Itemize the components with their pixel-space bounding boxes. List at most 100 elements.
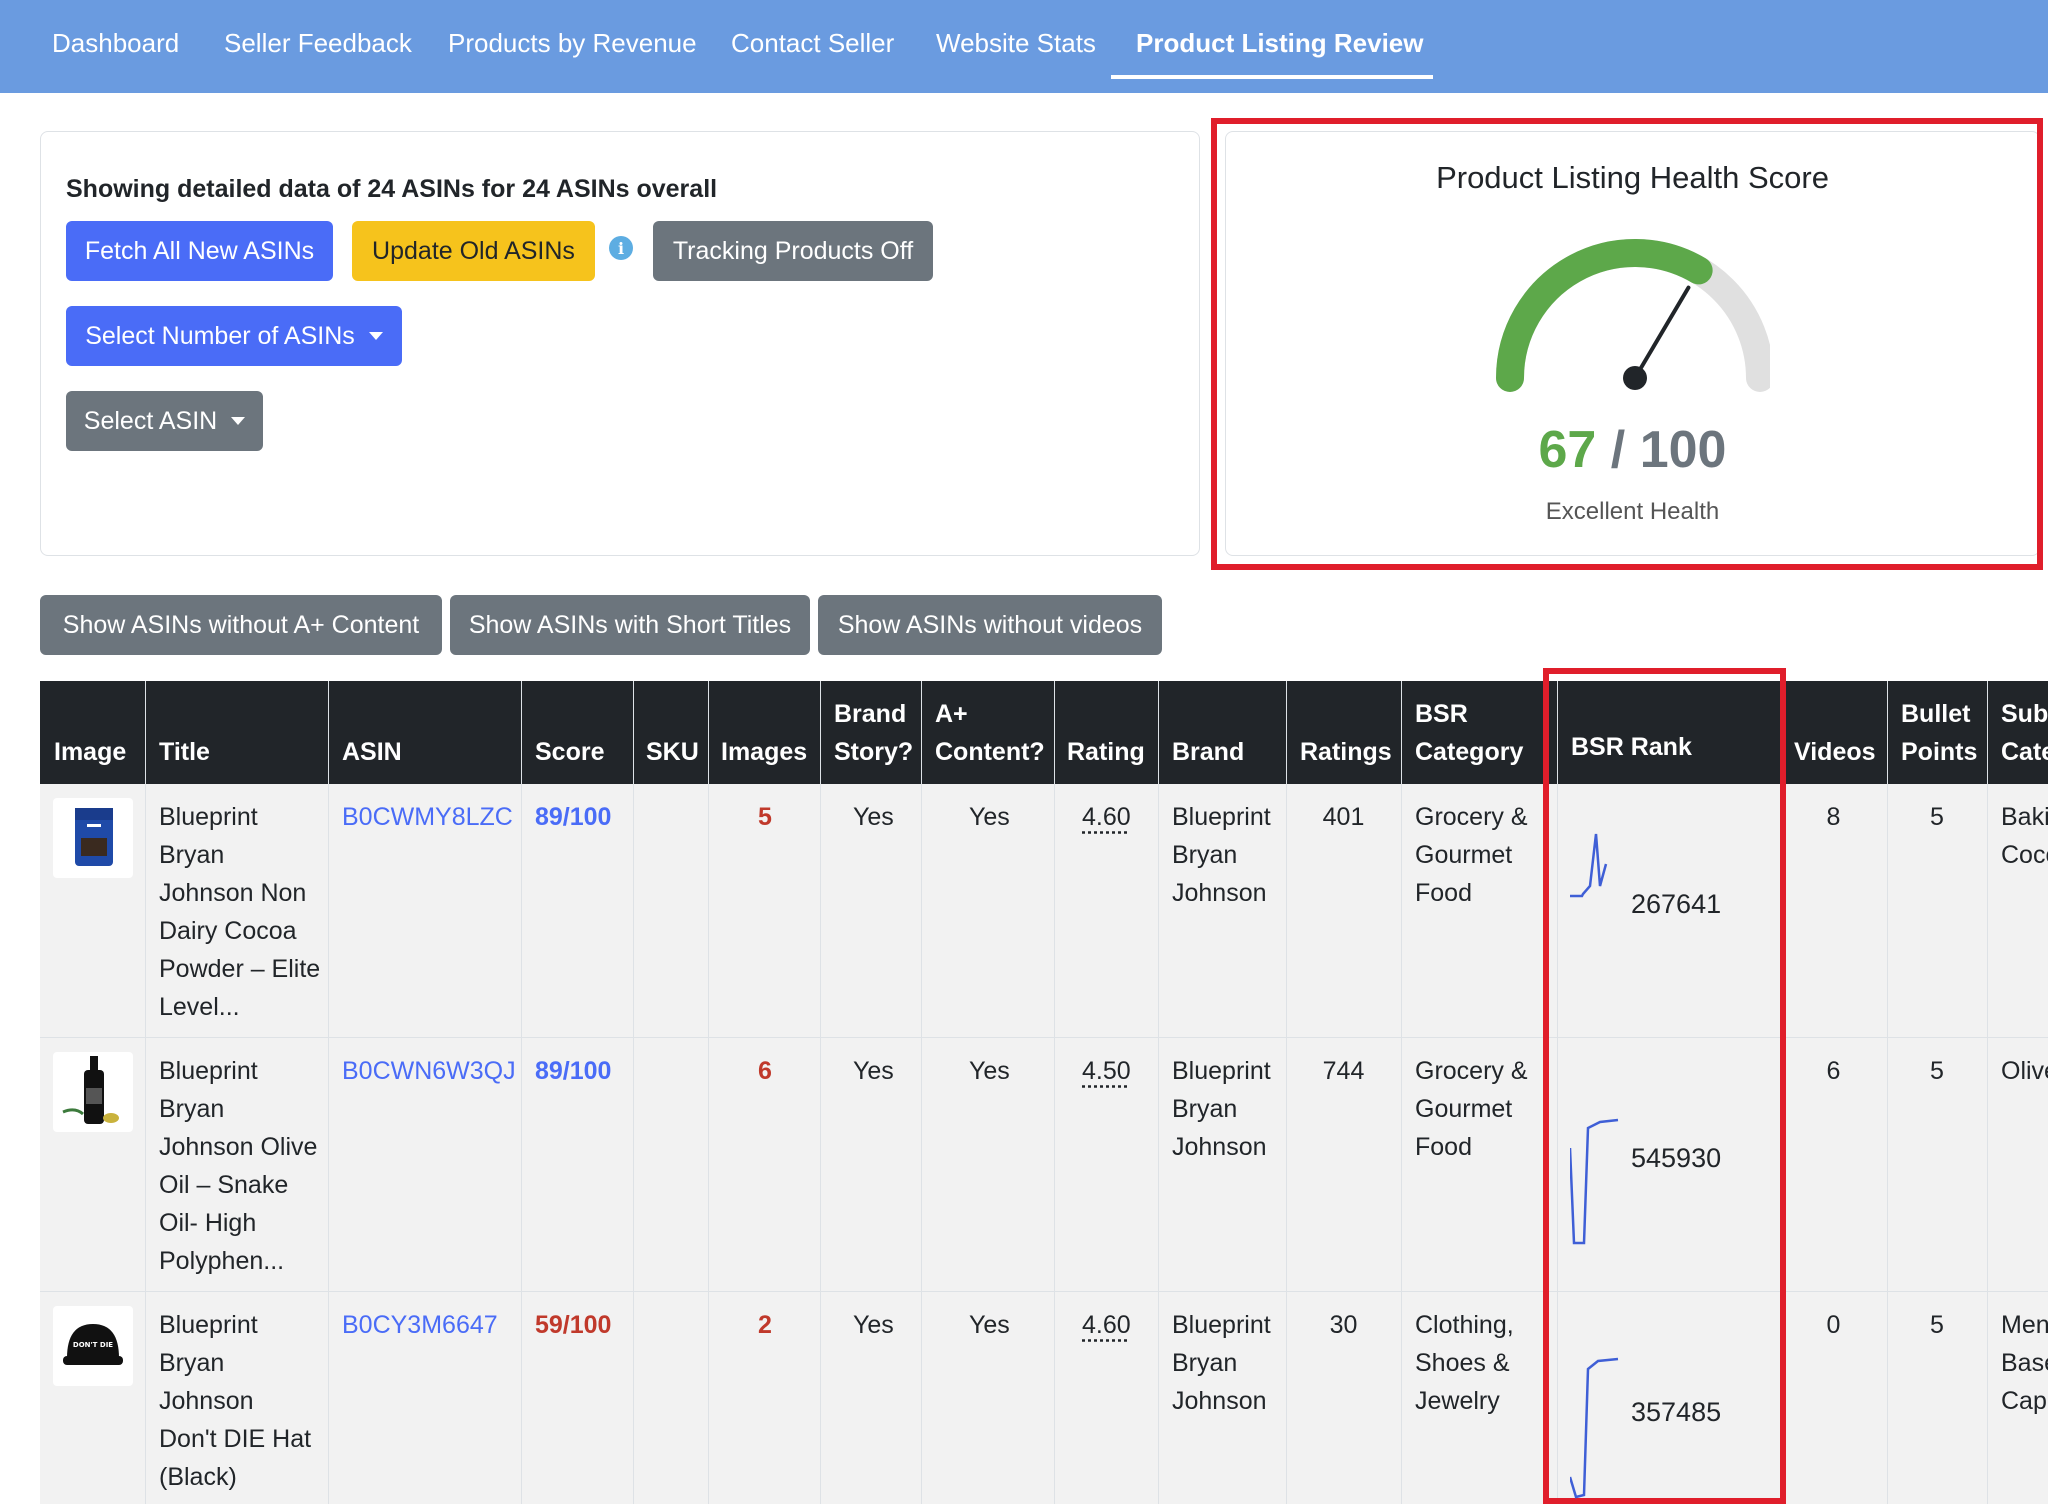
product-title-line: Oil- High (159, 1209, 257, 1237)
olive-oil-bottle-icon[interactable] (53, 1052, 133, 1132)
product-title: Blueprint Bryan Johnson Olive Oil – Snake Oi… (159, 1052, 317, 1280)
nav-website-stats[interactable]: Website Stats (936, 28, 1096, 59)
aplus-value: Yes (969, 1057, 1010, 1085)
header-sku[interactable]: SKU (646, 733, 699, 771)
bsr-category: Grocery & Gourmet Food (1415, 798, 1528, 912)
fetch-label: Fetch All New ASINs (84, 236, 315, 265)
header-line: Bullet (1901, 700, 1971, 728)
filter-without-aplus-button[interactable]: Show ASINs without A+ Content (40, 595, 442, 655)
brand-story-value: Yes (853, 1311, 894, 1339)
image-count: 5 (758, 803, 772, 831)
asin-link[interactable]: B0CWN6W3QJ (342, 1052, 516, 1090)
select-asin-dropdown[interactable]: Select ASIN (66, 391, 263, 451)
brand-name-line: Johnson (1172, 1387, 1267, 1415)
header-asin[interactable]: ASIN (342, 733, 402, 771)
sub-category-line: Coco (2001, 841, 2048, 869)
header-rating[interactable]: Rating (1067, 733, 1145, 771)
brand-story-value: Yes (853, 1057, 894, 1085)
header-videos[interactable]: Videos (1794, 733, 1876, 771)
video-count: 6 (1826, 1057, 1841, 1085)
header-bullet-points[interactable]: Bullet Points (1901, 695, 1977, 771)
bsr-trend-sparkline (1570, 833, 1608, 898)
select-number-of-asins-dropdown[interactable]: Select Number of ASINs (66, 306, 402, 366)
product-title-line: Bryan (159, 841, 225, 869)
black-cap-icon[interactable]: DON'T DIE (53, 1306, 133, 1386)
bullet-count: 5 (1930, 803, 1944, 831)
product-title-line: Dairy Cocoa (159, 917, 297, 945)
filter-without-videos-button[interactable]: Show ASINs without videos (818, 595, 1162, 655)
cocoa-powder-bag-icon[interactable] (53, 798, 133, 878)
header-aplus-content[interactable]: A+ Content? (935, 695, 1045, 771)
product-title-line: (Black) (159, 1463, 237, 1491)
header-brand[interactable]: Brand (1172, 733, 1244, 771)
nav-products-by-revenue[interactable]: Products by Revenue (448, 28, 697, 59)
brand-name-line: Johnson (1172, 1133, 1267, 1161)
brand-name: Blueprint Bryan Johnson (1172, 1052, 1271, 1166)
rating-value[interactable]: 4.60 (1082, 798, 1131, 836)
column-divider (145, 681, 146, 1504)
product-title-line: Blueprint (159, 1057, 258, 1085)
column-divider (328, 681, 329, 1504)
brand-name-line: Johnson (1172, 879, 1267, 907)
nav-product-listing-review[interactable]: Product Listing Review (1136, 28, 1424, 59)
update-old-asins-button[interactable]: Update Old ASINs (352, 221, 595, 281)
product-title-line: Level... (159, 993, 240, 1021)
brand-name: Blueprint Bryan Johnson (1172, 1306, 1271, 1420)
filter-short-titles-button[interactable]: Show ASINs with Short Titles (450, 595, 810, 655)
header-line: Brand (834, 700, 907, 728)
tracking-label: Tracking Products Off (672, 236, 914, 265)
nav-contact-seller[interactable]: Contact Seller (731, 28, 894, 59)
asin-count-summary: Showing detailed data of 24 ASINs for 24… (66, 175, 718, 203)
nav-seller-feedback[interactable]: Seller Feedback (224, 28, 412, 59)
brand-name: Blueprint Bryan Johnson (1172, 798, 1271, 912)
header-brand-story[interactable]: Brand Story? (834, 695, 913, 771)
update-label: Update Old ASINs (372, 236, 575, 265)
bsr-rank-value: 545930 (1631, 1143, 1722, 1173)
column-divider (1054, 681, 1055, 1504)
header-title[interactable]: Title (159, 733, 210, 771)
asin-link[interactable]: B0CY3M6647 (342, 1306, 498, 1344)
bsr-trend-sparkline (1570, 1357, 1619, 1499)
image-count: 2 (758, 1311, 772, 1339)
product-title-line: Bryan (159, 1349, 225, 1377)
column-divider (1401, 681, 1402, 1504)
bsr-category-line: Food (1415, 1133, 1472, 1161)
brand-name-line: Blueprint (1172, 803, 1271, 831)
asin-link[interactable]: B0CWMY8LZC (342, 798, 513, 836)
bsr-rank-value: 357485 (1631, 1397, 1722, 1427)
bsr-category-line: Grocery & (1415, 1057, 1528, 1085)
header-line: Points (1901, 738, 1978, 766)
rating-value[interactable]: 4.50 (1082, 1052, 1131, 1090)
bsr-trend-line (1570, 1118, 1619, 1245)
header-image[interactable]: Image (54, 733, 126, 771)
sub-category-line: Baki (2001, 803, 2048, 831)
fetch-all-new-asins-button[interactable]: Fetch All New ASINs (66, 221, 333, 281)
header-bsr-category[interactable]: BSR Category (1415, 695, 1523, 771)
header-images[interactable]: Images (721, 733, 807, 771)
bullet-count: 5 (1930, 1057, 1944, 1085)
column-divider (921, 681, 922, 1504)
product-title: Blueprint Bryan Johnson Non Dairy Cocoa Powd… (159, 798, 320, 1026)
brand-name-line: Bryan (1172, 841, 1238, 869)
header-sub-category[interactable]: Sub Cate (2001, 695, 2048, 771)
info-icon[interactable]: i (609, 236, 633, 260)
header-score[interactable]: Score (535, 733, 604, 771)
rating-value[interactable]: 4.60 (1082, 1306, 1131, 1344)
header-line: A+ (935, 700, 968, 728)
sub-category: Baki Coco (2001, 798, 2048, 874)
product-title-line: Johnson Non (159, 879, 307, 907)
product-title-line: Bryan (159, 1095, 225, 1123)
nav-dashboard[interactable]: Dashboard (52, 28, 179, 59)
tracking-products-toggle[interactable]: Tracking Products Off (653, 221, 933, 281)
header-line: Story? (834, 738, 914, 766)
aplus-value: Yes (969, 803, 1010, 831)
header-ratings[interactable]: Ratings (1300, 733, 1392, 771)
column-divider (633, 681, 634, 1504)
column-divider (708, 681, 709, 1504)
sub-category-line: Men (2001, 1311, 2048, 1339)
header-line: Content? (935, 738, 1045, 766)
caret-down-icon (368, 332, 383, 340)
select-number-label: Select Number of ASINs (85, 321, 355, 350)
bsr-category-line: Gourmet (1415, 1095, 1513, 1123)
brand-name-line: Blueprint (1172, 1311, 1271, 1339)
